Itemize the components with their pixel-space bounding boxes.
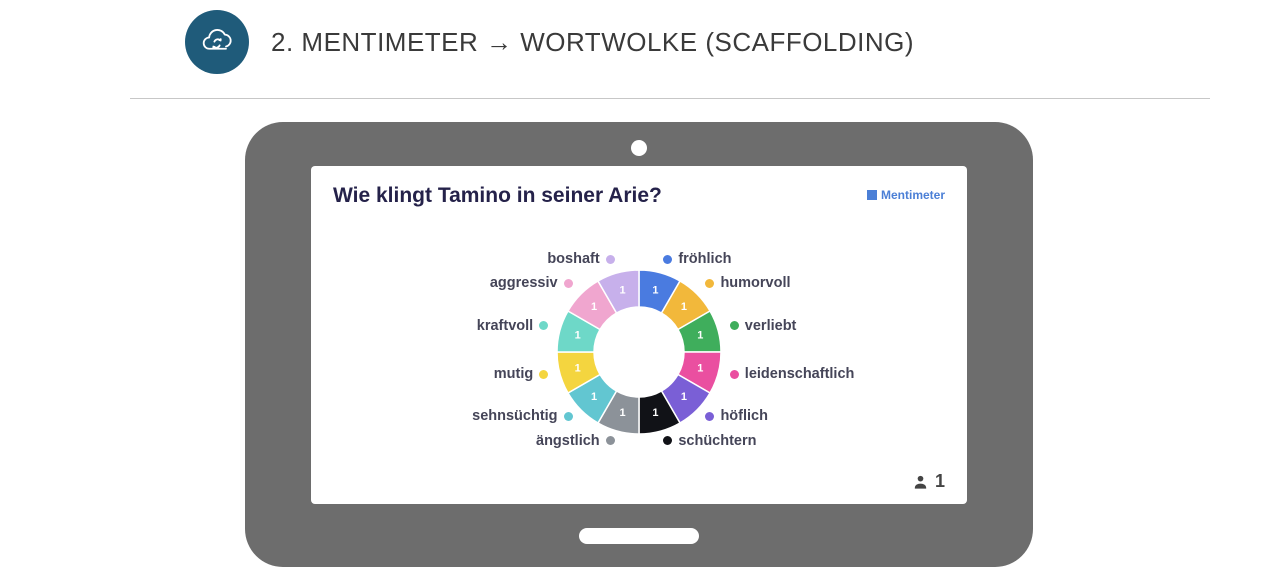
section-title: 2. MENTIMETER → WORTWOLKE (SCAFFOLDING): [271, 27, 914, 58]
color-dot-icon: [606, 255, 615, 264]
tablet-camera-icon: [631, 140, 647, 156]
segment-count: 1: [591, 301, 597, 313]
segment-count: 1: [620, 407, 626, 419]
color-dot-icon: [606, 436, 615, 445]
segment-label: boshaft: [547, 251, 614, 267]
divider: [130, 98, 1210, 99]
segment-count: 1: [681, 301, 687, 313]
color-dot-icon: [539, 321, 548, 330]
segment-label: verliebt: [730, 318, 797, 334]
segment-label: leidenschaftlich: [730, 366, 855, 382]
color-dot-icon: [663, 255, 672, 264]
segment-label: aggressiv: [490, 275, 573, 291]
segment-label: schüchtern: [663, 433, 756, 449]
segment-label: höflich: [705, 408, 768, 424]
color-dot-icon: [564, 279, 573, 288]
segment-count: 1: [652, 284, 658, 296]
segment-label: mutig: [494, 366, 548, 382]
slide-title: Wie klingt Tamino in seiner Arie?: [333, 184, 662, 208]
tablet-frame: Wie klingt Tamino in seiner Arie? Mentim…: [245, 122, 1033, 567]
segment-label: humorvoll: [705, 275, 790, 291]
mentimeter-slide: Wie klingt Tamino in seiner Arie? Mentim…: [311, 166, 967, 504]
segment-count: 1: [697, 362, 703, 374]
color-dot-icon: [730, 321, 739, 330]
page-header: 2. MENTIMETER → WORTWOLKE (SCAFFOLDING): [0, 0, 1280, 92]
segment-label: ängstlich: [536, 433, 615, 449]
segment-count: 1: [681, 391, 687, 403]
person-icon: [912, 473, 929, 490]
segment-count: 1: [575, 329, 581, 341]
color-dot-icon: [705, 412, 714, 421]
segment-label: fröhlich: [663, 251, 731, 267]
segment-label: sehnsüchtig: [472, 408, 572, 424]
donut-chart: 111111111111 fröhlichhumorvollverliebtle…: [554, 267, 724, 437]
segment-count: 1: [697, 329, 703, 341]
donut-svg: 1 1 1 1 1 1 1 1 1 1 1 1: [554, 267, 724, 437]
color-dot-icon: [539, 370, 548, 379]
mentimeter-brand: Mentimeter: [867, 188, 945, 202]
segment-count: 1: [575, 362, 581, 374]
color-dot-icon: [730, 370, 739, 379]
cloud-sync-icon: [185, 10, 249, 74]
segment-count: 1: [652, 407, 658, 419]
brand-logo-icon: [867, 190, 877, 200]
color-dot-icon: [564, 412, 573, 421]
color-dot-icon: [663, 436, 672, 445]
participant-count: 1: [912, 471, 945, 492]
segment-count: 1: [620, 284, 626, 296]
segment-label: kraftvoll: [477, 318, 548, 334]
segment-count: 1: [591, 391, 597, 403]
tablet-home-button: [579, 528, 699, 544]
color-dot-icon: [705, 279, 714, 288]
